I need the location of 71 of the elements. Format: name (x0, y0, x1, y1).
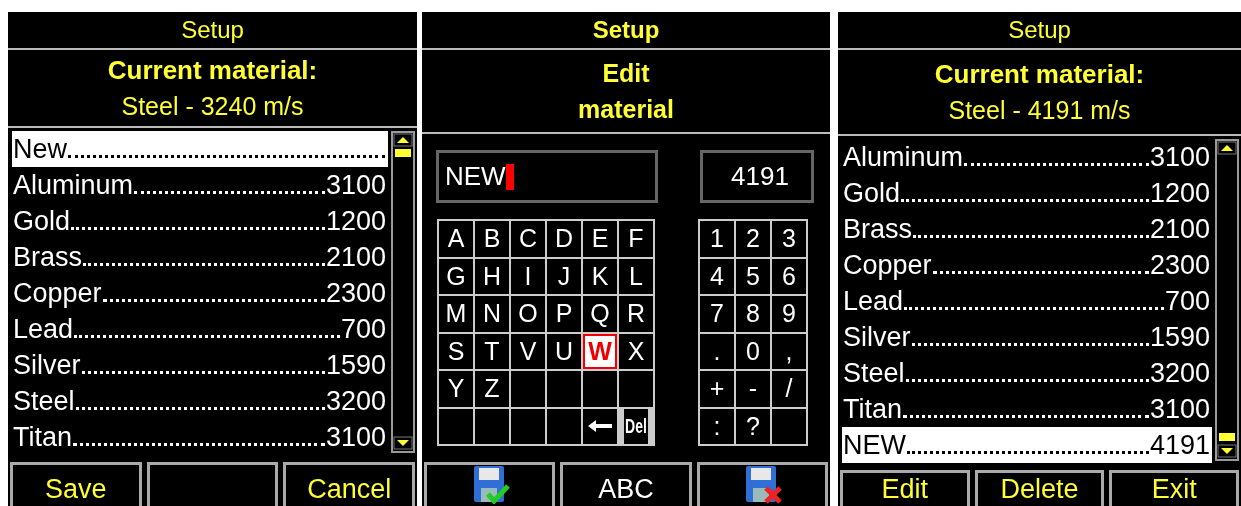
key-button[interactable]: D (547, 221, 581, 257)
screen-title: Setup (8, 12, 417, 50)
key-button[interactable]: H (475, 258, 509, 294)
key-button[interactable]: T (475, 333, 509, 369)
key-button[interactable]: J (547, 258, 581, 294)
empty-key (619, 371, 653, 407)
current-material-text: Steel - 3240 m/s (121, 91, 304, 122)
key-button[interactable]: B (475, 221, 509, 257)
key-button[interactable]: S (439, 333, 473, 369)
key-button[interactable]: 0 (736, 333, 770, 369)
name-input-field[interactable]: NEW (436, 150, 658, 203)
key-button[interactable]: . (700, 333, 734, 369)
scrollbar[interactable] (1215, 139, 1239, 461)
key-button[interactable]: - (736, 371, 770, 407)
key-button[interactable]: G (439, 258, 473, 294)
velocity-input-field[interactable]: 4191 (700, 150, 814, 203)
key-button[interactable]: 3 (772, 221, 806, 257)
key-button[interactable]: / (772, 371, 806, 407)
key-button[interactable]: K (583, 258, 617, 294)
header-label: material (578, 94, 674, 125)
delete-key[interactable]: Del (624, 408, 648, 444)
key-button[interactable]: Q (583, 296, 617, 332)
header-label: Current material: (934, 58, 1145, 91)
key-button[interactable]: W (583, 333, 617, 369)
key-button[interactable]: ? (736, 408, 770, 444)
key-button[interactable]: F (619, 221, 653, 257)
key-button[interactable]: L (619, 258, 653, 294)
key-button[interactable]: 1 (700, 221, 734, 257)
soft-key-button[interactable]: Edit (840, 470, 970, 506)
key-button[interactable]: 8 (736, 296, 770, 332)
key-button[interactable]: + (700, 371, 734, 407)
key-button[interactable]: Z (475, 371, 509, 407)
key-button[interactable]: I (511, 258, 545, 294)
screen-title: Setup (422, 12, 830, 50)
discard-button[interactable] (696, 462, 828, 506)
soft-key-button[interactable]: Save (10, 462, 142, 506)
key-button[interactable]: 4 (700, 258, 734, 294)
key-button[interactable]: N (475, 296, 509, 332)
backspace-key[interactable] (583, 408, 617, 444)
key-button[interactable]: , (772, 333, 806, 369)
screen-title: Setup (838, 12, 1241, 50)
key-button[interactable]: X (619, 333, 653, 369)
key-button[interactable]: C (511, 221, 545, 257)
key-button[interactable]: 9 (772, 296, 806, 332)
key-button[interactable]: V (511, 333, 545, 369)
soft-key-button[interactable]: Exit (1109, 470, 1239, 506)
header-label: Edit (602, 58, 650, 89)
header-label: Current material: (107, 54, 318, 87)
material-row[interactable]: New (12, 131, 388, 167)
save-button[interactable] (424, 462, 556, 506)
key-button[interactable]: M (439, 296, 473, 332)
empty-soft-key[interactable] (146, 462, 279, 506)
scrollbar[interactable] (391, 131, 415, 453)
soft-key-button[interactable]: Delete (974, 470, 1105, 506)
key-button[interactable]: P (547, 296, 581, 332)
key-button[interactable]: 5 (736, 258, 770, 294)
key-button[interactable]: E (583, 221, 617, 257)
key-button[interactable]: R (619, 296, 653, 332)
key-button[interactable]: O (511, 296, 545, 332)
key-button[interactable]: : (700, 408, 734, 444)
key-button[interactable]: 7 (700, 296, 734, 332)
key-button[interactable]: A (439, 221, 473, 257)
key-button[interactable]: 2 (736, 221, 770, 257)
key-button[interactable]: U (547, 333, 581, 369)
soft-key-button[interactable]: Cancel (283, 462, 415, 506)
key-button[interactable]: 6 (772, 258, 806, 294)
material-row[interactable]: NEW 4191 (842, 427, 1212, 463)
key-button[interactable]: Y (439, 371, 473, 407)
current-material-text: Steel - 4191 m/s (948, 95, 1131, 126)
keyboard-mode-button[interactable]: ABC (560, 462, 692, 506)
left-arrow-icon (588, 420, 612, 433)
